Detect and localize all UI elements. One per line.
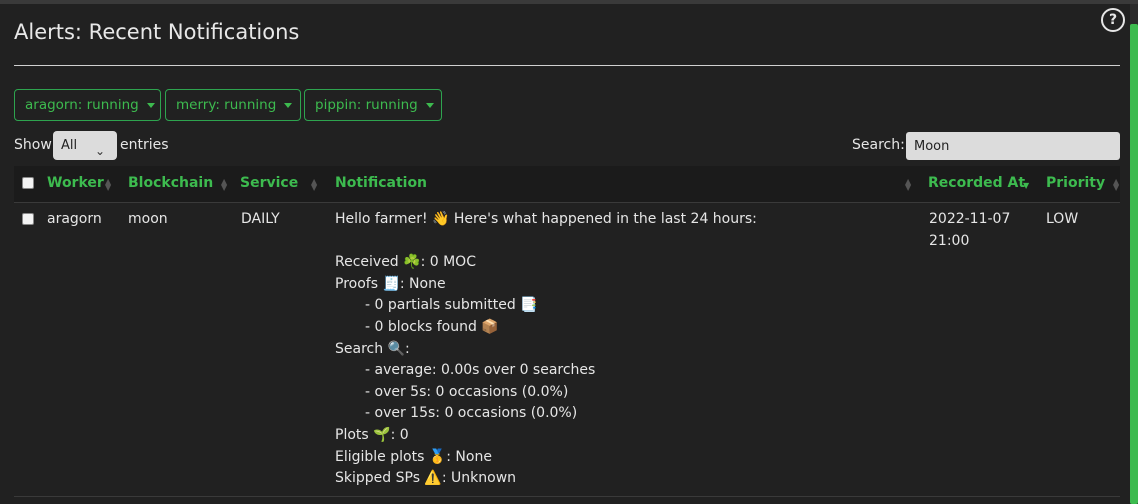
notification-line: - over 5s: 0 occasions (0.0%) (365, 383, 569, 400)
cell-recorded-at-time: 21:00 (929, 233, 970, 249)
column-header-recorded-at[interactable]: Recorded At (928, 175, 1025, 191)
notification-line: - average: 0.00s over 0 searches (365, 362, 596, 379)
cell-recorded-at-date: 2022-11-07 (929, 211, 1011, 227)
cell-service: DAILY (241, 211, 280, 227)
chevron-down-icon: ⌄ (94, 144, 105, 158)
cell-blockchain: moon (128, 211, 168, 227)
sort-icon: ▲ ▼ (221, 177, 228, 192)
notification-line: Search 🔍: (335, 340, 410, 357)
column-header-service[interactable]: Service (240, 175, 298, 191)
column-header-blockchain[interactable]: Blockchain (128, 175, 213, 191)
table-header: Worker ▲ ▼ Blockchain ▲ ▼ Service ▲ ▼ Notif… (14, 166, 1120, 203)
worker-dropdown-pippin[interactable]: pippin: running (304, 89, 442, 121)
entries-label: entries (120, 137, 169, 153)
notification-line: - over 15s: 0 occasions (0.0%) (365, 405, 578, 422)
cell-priority: LOW (1046, 211, 1079, 227)
select-all-checkbox[interactable] (22, 177, 34, 189)
worker-dropdown-merry[interactable]: merry: running (165, 89, 301, 121)
search-input[interactable] (906, 132, 1120, 160)
page-title: Alerts: Recent Notifications (14, 20, 300, 44)
notification-line: Proofs 🧾: None (335, 275, 446, 292)
column-header-worker[interactable]: Worker (47, 175, 104, 191)
page-size-value: All (61, 138, 78, 153)
sort-icon: ▲ ▼ (105, 177, 112, 192)
sort-icon: ▲ ▼ (905, 177, 912, 192)
sort-icon: ▲ ▼ (311, 177, 318, 192)
notification-line: Received ☘️: 0 MOC (335, 254, 476, 271)
worker-label: merry: running (176, 97, 277, 113)
notification-line: Skipped SPs ⚠️: Unknown (335, 470, 517, 487)
caret-down-icon (284, 102, 293, 108)
scrollbar-thumb[interactable] (1130, 24, 1138, 504)
sort-icon: ▲ ▼ (1113, 177, 1120, 192)
scrollbar[interactable] (1130, 4, 1138, 504)
worker-dropdown-aragorn[interactable]: aragorn: running (14, 89, 161, 121)
caret-down-icon (425, 102, 434, 108)
worker-label: pippin: running (315, 97, 418, 113)
show-label: Show (14, 137, 52, 153)
column-header-notification[interactable]: Notification (335, 175, 427, 191)
help-question-icon[interactable]: ? (1101, 8, 1125, 32)
title-divider (14, 65, 1120, 66)
notification-line: - 0 partials submitted 📑 (365, 297, 538, 314)
search-label: Search: (852, 137, 905, 153)
notification-line (335, 231, 895, 253)
sort-desc-icon: ▼ (1023, 181, 1030, 190)
row-checkbox[interactable] (22, 213, 34, 225)
caret-down-icon (146, 102, 155, 108)
worker-label: aragorn: running (25, 97, 139, 113)
notification-line: Eligible plots 🥇: None (335, 448, 492, 465)
notification-line: Plots 🌱: 0 (335, 426, 409, 443)
cell-notification: Hello farmer! 👋 Here's what happened in … (335, 209, 895, 490)
table-bottom-border (14, 496, 1120, 497)
notification-line: Hello farmer! 👋 Here's what happened in … (335, 211, 757, 227)
page-size-select[interactable]: All ⌄ (53, 131, 117, 160)
notification-line: - 0 blocks found 📦 (365, 318, 499, 335)
column-header-priority[interactable]: Priority (1046, 175, 1105, 191)
cell-worker: aragorn (47, 211, 102, 227)
